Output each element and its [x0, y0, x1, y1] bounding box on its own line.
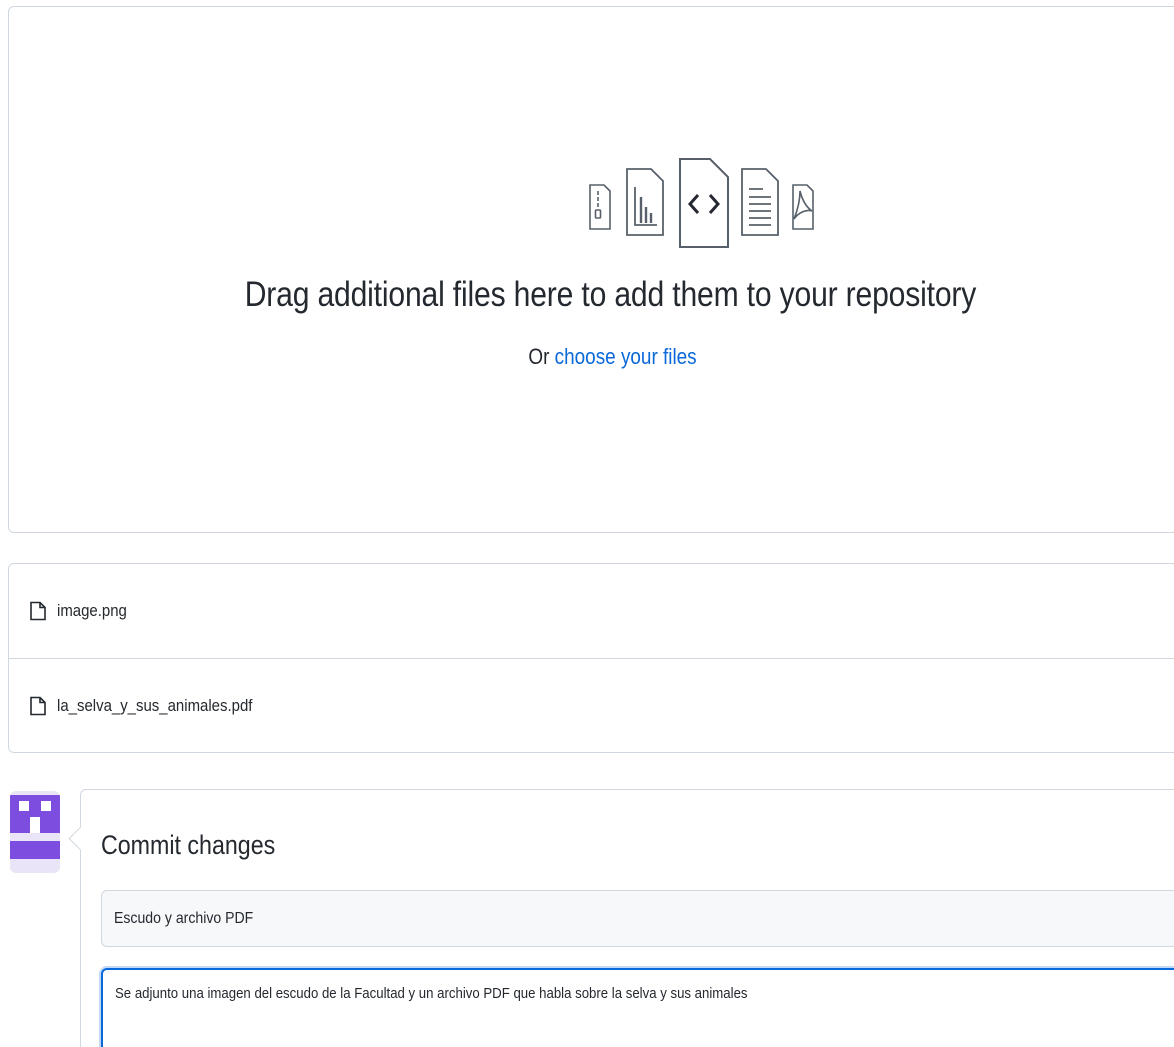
commit-description-input[interactable]: Se adjunto una imagen del escudo de la F… — [101, 968, 1174, 1047]
commit-summary-input[interactable]: Escudo y archivo PDF — [101, 890, 1174, 947]
file-icon — [30, 601, 46, 621]
commit-summary-value: Escudo y archivo PDF — [114, 909, 254, 927]
commit-title: Commit changes — [101, 830, 276, 860]
choose-files-link[interactable]: choose your files — [555, 344, 697, 369]
file-drop-zone[interactable]: Drag additional files here to add them t… — [8, 6, 1174, 533]
upload-page: Drag additional files here to add them t… — [0, 0, 1174, 1047]
code-file-icon — [679, 158, 729, 248]
text-file-icon — [741, 168, 779, 236]
file-types-illustration — [589, 158, 814, 248]
uploaded-files-list: image.png la_selva_y_sus_animales.pdf — [8, 563, 1174, 753]
drop-zone-subtitle: Or choose your files — [108, 344, 1118, 370]
pdf-file-icon — [792, 184, 814, 230]
file-icon — [30, 696, 46, 715]
file-name: image.png — [57, 601, 127, 620]
commit-form: Commit changes Escudo y archivo PDF Se a… — [80, 789, 1174, 1047]
user-avatar[interactable] — [10, 791, 60, 873]
drop-zone-or-text: Or — [528, 344, 550, 369]
zip-file-icon — [589, 184, 611, 230]
commit-description-value: Se adjunto una imagen del escudo de la F… — [115, 985, 748, 1002]
drop-zone-title: Drag additional files here to add them t… — [244, 275, 977, 314]
file-name: la_selva_y_sus_animales.pdf — [57, 695, 253, 715]
file-row: la_selva_y_sus_animales.pdf — [9, 658, 1174, 752]
chart-file-icon — [626, 168, 664, 236]
file-row: image.png — [9, 564, 1174, 658]
